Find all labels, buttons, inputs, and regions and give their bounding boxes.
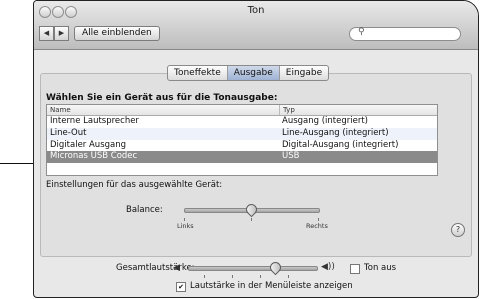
sound-preferences-window: Ton ◀ ▶ Alle einblenden ⚲ Toneffekte Aus…: [33, 0, 479, 298]
balance-tick: [184, 218, 185, 221]
tab-toneffekte[interactable]: Toneffekte: [168, 66, 228, 80]
table-row[interactable]: Line-Out Line-Ausgang (integriert): [47, 127, 437, 140]
column-header-type[interactable]: Typ: [279, 105, 295, 115]
tab-ausgabe[interactable]: Ausgabe: [227, 66, 280, 80]
volume-slider-thumb[interactable]: [267, 259, 284, 276]
tab-eingabe[interactable]: Eingabe: [280, 66, 328, 80]
speaker-high-icon: ◀)): [321, 262, 335, 272]
back-button[interactable]: ◀: [39, 26, 54, 41]
device-type: Line-Ausgang (integriert): [282, 127, 389, 138]
window-title: Ton: [247, 5, 265, 16]
magnifier-icon: ⚲: [358, 27, 365, 37]
device-name: Digitaler Ausgang: [50, 139, 127, 150]
show-all-button[interactable]: Alle einblenden: [74, 26, 160, 41]
menubar-volume-checkbox[interactable]: ✔: [176, 282, 186, 292]
device-name: Interne Lautsprecher: [50, 116, 139, 126]
menubar-volume-label: Lautstärke in der Menüleiste anzeigen: [190, 281, 353, 291]
output-volume-label: Gesamtlautstärke:: [116, 263, 195, 273]
table-header: Name Typ: [47, 105, 437, 116]
device-type: Digital-Ausgang (integriert): [282, 139, 399, 150]
column-header-name[interactable]: Name: [47, 105, 279, 115]
output-device-table: Name Typ Interne Lautsprecher Ausgang (i…: [46, 104, 438, 176]
tab-bar: Toneffekte Ausgabe Eingabe: [167, 65, 330, 81]
table-row-selected[interactable]: Micronas USB Codec USB: [47, 151, 437, 164]
volume-tick: [232, 275, 233, 278]
forward-arrow-icon: ▶: [58, 29, 65, 37]
volume-tick: [288, 275, 289, 278]
volume-tick: [204, 275, 205, 278]
device-settings-label: Einstellungen für das ausgewählte Gerät:: [46, 180, 223, 190]
device-type: Ausgang (integriert): [282, 116, 368, 126]
balance-left-label: Links: [177, 222, 194, 230]
volume-tick: [260, 275, 261, 278]
mute-checkbox[interactable]: [350, 264, 360, 274]
mute-label: Ton aus: [364, 263, 397, 273]
balance-label: Balance:: [126, 205, 163, 215]
table-row[interactable]: Interne Lautsprecher Ausgang (integriert…: [47, 116, 437, 128]
volume-slider-track[interactable]: [188, 266, 318, 271]
speaker-low-icon: ◀: [173, 263, 180, 273]
callout-line: [0, 163, 34, 164]
table-row[interactable]: Digitaler Ausgang Digital-Ausgang (integ…: [47, 140, 437, 152]
device-name: Line-Out: [50, 127, 87, 138]
device-name: Micronas USB Codec: [50, 151, 138, 162]
search-field[interactable]: ⚲: [349, 27, 461, 41]
balance-right-label: Rechts: [306, 222, 328, 230]
back-arrow-icon: ◀: [43, 29, 50, 37]
checkmark-icon: ✔: [178, 283, 184, 291]
balance-tick: [318, 218, 319, 221]
title-bar: Ton ◀ ▶ Alle einblenden ⚲: [34, 1, 478, 50]
output-heading: Wählen Sie ein Gerät aus für die Tonausg…: [46, 93, 278, 103]
device-type: USB: [282, 151, 300, 162]
forward-button[interactable]: ▶: [54, 26, 69, 41]
help-button[interactable]: ?: [451, 223, 465, 237]
balance-tick: [251, 218, 252, 221]
